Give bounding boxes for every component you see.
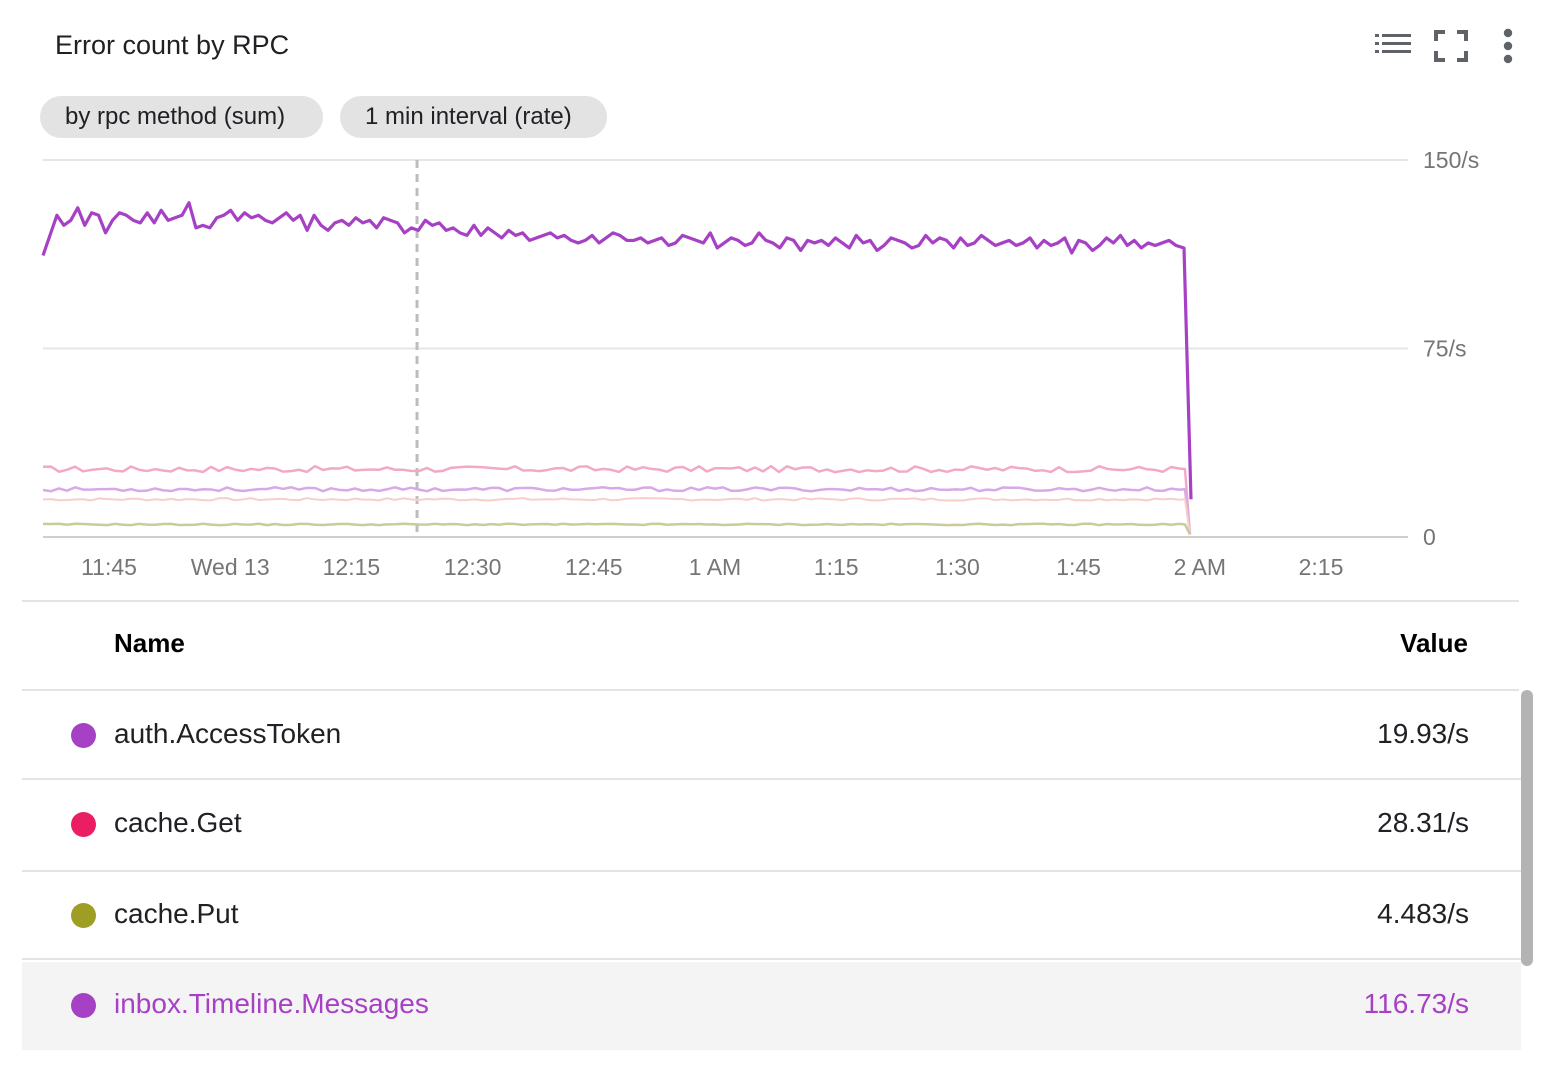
legend-list-icon[interactable] bbox=[1371, 26, 1415, 66]
x-tick-label: 12:45 bbox=[565, 554, 623, 580]
panel-title: Error count by RPC bbox=[55, 30, 290, 60]
name-column-header[interactable]: Name bbox=[114, 628, 185, 659]
x-tick-label: 12:15 bbox=[323, 554, 381, 580]
x-tick-label: 2:15 bbox=[1299, 554, 1344, 580]
table-row[interactable]: cache.Get 28.31/s bbox=[22, 781, 1521, 872]
series-line-main bbox=[41, 201, 1193, 500]
table-scrollbar[interactable] bbox=[1521, 690, 1533, 966]
table-row[interactable]: inbox.Timeline.Messages 116.73/s bbox=[22, 962, 1521, 1050]
group-by-chip[interactable]: by rpc method (sum) bbox=[40, 96, 323, 138]
series-value: 28.31/s bbox=[1377, 807, 1469, 838]
x-tick-label: Wed 13 bbox=[191, 554, 270, 580]
series-name: auth.AccessToken bbox=[114, 718, 342, 749]
y-tick-label: 0 bbox=[1423, 524, 1436, 550]
table-row[interactable]: auth.AccessToken 19.93/s bbox=[22, 692, 1521, 780]
series-name: cache.Get bbox=[114, 807, 242, 838]
series-name: inbox.Timeline.Messages bbox=[114, 988, 429, 1019]
series-color-dot bbox=[71, 723, 96, 748]
table-row[interactable]: cache.Put 4.483/s bbox=[22, 872, 1521, 960]
header-divider bbox=[22, 689, 1519, 691]
interval-chip[interactable]: 1 min interval (rate) bbox=[340, 96, 607, 138]
x-tick-label: 1:15 bbox=[814, 554, 859, 580]
series-color-dot bbox=[71, 993, 96, 1018]
series-line-secondary bbox=[42, 497, 1191, 535]
chart-table-divider bbox=[22, 600, 1519, 602]
x-tick-label: 1:30 bbox=[935, 554, 980, 580]
line-chart[interactable]: 150/s 75/s 0 11:45 Wed 13 12:15 12:30 12:45 1 AM… bbox=[0, 140, 1555, 590]
series-value: 19.93/s bbox=[1377, 718, 1469, 749]
x-tick-label: 12:30 bbox=[444, 554, 502, 580]
fullscreen-icon[interactable] bbox=[1429, 26, 1473, 66]
x-tick-label: 2 AM bbox=[1174, 554, 1226, 580]
series-color-dot bbox=[71, 903, 96, 928]
series-color-dot bbox=[71, 812, 96, 837]
x-tick-label: 1:45 bbox=[1056, 554, 1101, 580]
value-column-header[interactable]: Value bbox=[1400, 628, 1468, 659]
series-line-auth.AccessToken bbox=[42, 486, 1192, 535]
series-line-cache.Put bbox=[42, 522, 1192, 536]
series-value: 116.73/s bbox=[1363, 988, 1469, 1019]
y-tick-label: 75/s bbox=[1423, 336, 1466, 362]
x-tick-label: 11:45 bbox=[81, 554, 137, 580]
y-tick-label: 150/s bbox=[1423, 147, 1479, 173]
series-value: 4.483/s bbox=[1377, 898, 1469, 929]
x-tick-label: 1 AM bbox=[689, 554, 741, 580]
series-name: cache.Put bbox=[114, 898, 239, 929]
more-vert-icon[interactable] bbox=[1486, 26, 1530, 66]
